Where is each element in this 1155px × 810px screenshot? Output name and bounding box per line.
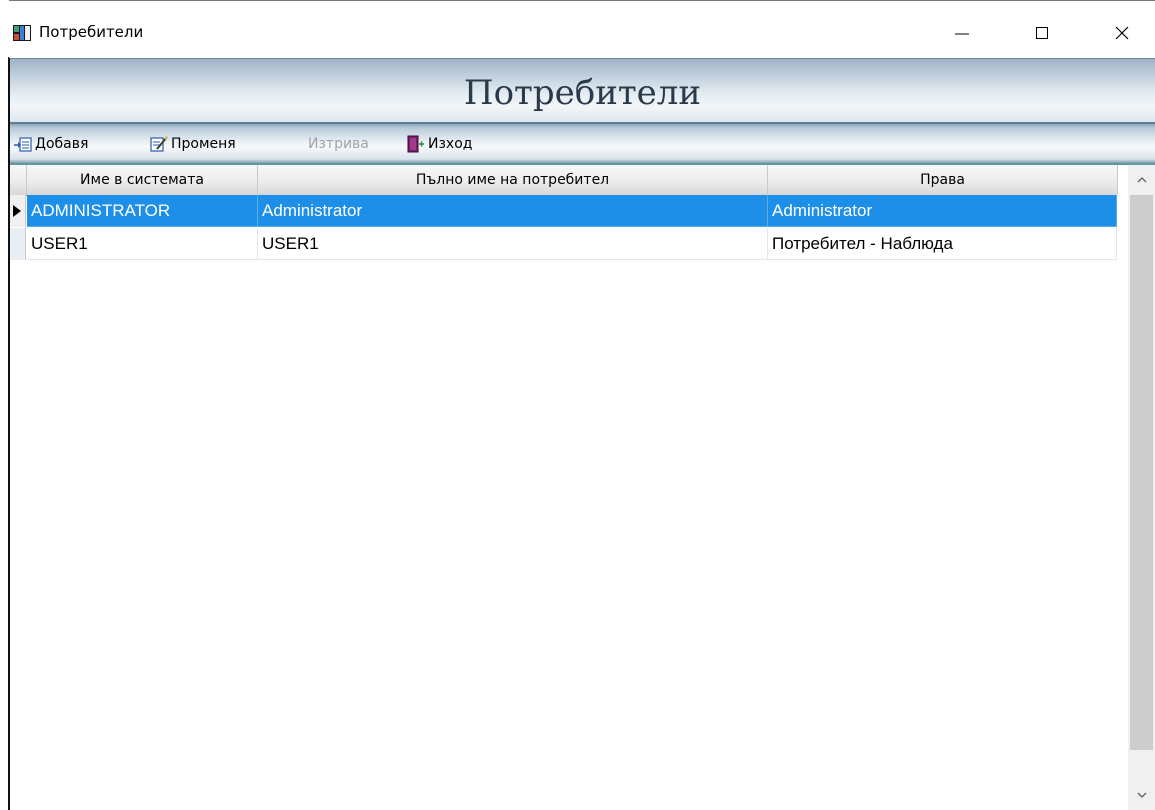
title-bar[interactable]: Потребители bbox=[9, 8, 1155, 58]
add-record-icon bbox=[14, 137, 32, 152]
column-header-login[interactable]: Име в системата bbox=[27, 165, 258, 195]
column-header-rights[interactable]: Права bbox=[768, 165, 1118, 195]
row-selector[interactable] bbox=[10, 228, 26, 260]
close-button[interactable] bbox=[1099, 8, 1145, 58]
exit-label: Изход bbox=[428, 136, 473, 152]
add-button[interactable]: Добавя bbox=[14, 133, 88, 155]
edit-label: Променя bbox=[171, 136, 236, 152]
users-window: Потребители Потребители Добавя Променя И… bbox=[0, 0, 1155, 810]
toolbar: Добавя Променя Изтрива Изход bbox=[10, 122, 1155, 165]
delete-button[interactable]: Изтрива bbox=[308, 133, 369, 155]
page-title: Потребители bbox=[463, 73, 702, 113]
add-label: Добавя bbox=[35, 136, 89, 152]
cell-login[interactable]: USER1 bbox=[27, 228, 258, 260]
exit-button[interactable]: Изход bbox=[407, 133, 472, 155]
delete-label: Изтрива bbox=[308, 136, 369, 152]
cell-rights[interactable]: Потребител - Наблюда bbox=[768, 228, 1117, 260]
row-selector-header bbox=[10, 165, 27, 195]
scroll-thumb[interactable] bbox=[1130, 195, 1153, 750]
cell-full-name[interactable]: Administrator bbox=[258, 195, 768, 227]
table-row[interactable]: ADMINISTRATOR Administrator Administrato… bbox=[10, 195, 1117, 227]
column-header-full-name[interactable]: Пълно име на потребител bbox=[258, 165, 768, 195]
row-selector[interactable] bbox=[10, 195, 26, 227]
users-grid[interactable]: Име в системата Пълно име на потребител … bbox=[10, 165, 1127, 810]
current-row-arrow-icon bbox=[13, 205, 21, 217]
minimize-button[interactable] bbox=[939, 8, 985, 58]
minimize-icon bbox=[955, 33, 969, 35]
chevron-up-icon bbox=[1137, 177, 1146, 183]
header-banner: Потребители bbox=[10, 58, 1155, 123]
window-title: Потребители bbox=[39, 23, 144, 41]
grid-header: Име в системата Пълно име на потребител … bbox=[10, 165, 1118, 196]
exit-door-icon bbox=[407, 135, 424, 153]
cell-rights[interactable]: Administrator bbox=[768, 195, 1117, 227]
cell-login[interactable]: ADMINISTRATOR bbox=[27, 195, 258, 227]
vertical-scrollbar[interactable] bbox=[1128, 165, 1155, 810]
scroll-up-button[interactable] bbox=[1128, 165, 1155, 195]
maximize-button[interactable] bbox=[1019, 8, 1065, 58]
maximize-icon bbox=[1036, 27, 1048, 39]
cell-full-name[interactable]: USER1 bbox=[258, 228, 768, 260]
app-grid-icon bbox=[13, 25, 31, 41]
window-top-edge bbox=[0, 0, 1155, 8]
edit-record-icon bbox=[150, 136, 168, 152]
close-icon bbox=[1115, 26, 1129, 40]
table-row[interactable]: USER1 USER1 Потребител - Наблюда bbox=[10, 228, 1117, 260]
edit-button[interactable]: Променя bbox=[150, 133, 236, 155]
chevron-down-icon bbox=[1137, 792, 1146, 798]
scroll-down-button[interactable] bbox=[1128, 780, 1155, 810]
